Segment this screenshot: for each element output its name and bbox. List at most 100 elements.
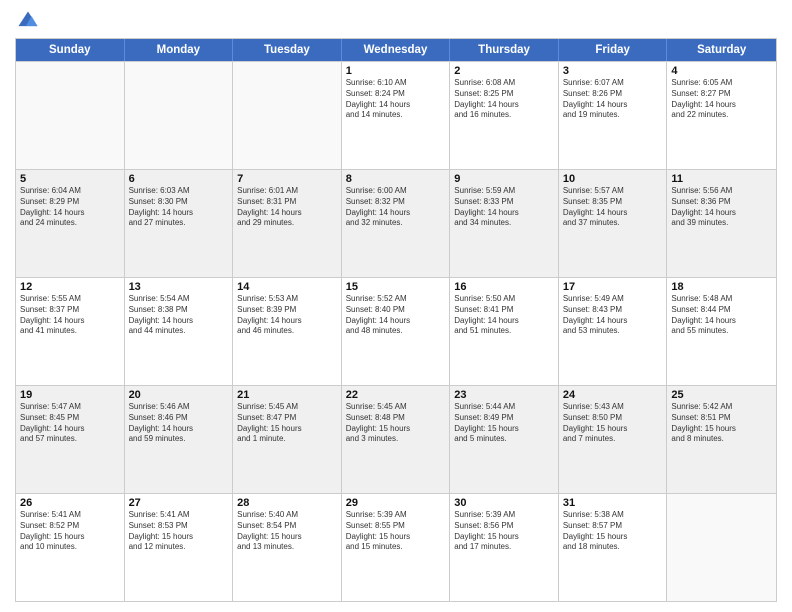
calendar-cell: 22Sunrise: 5:45 AM Sunset: 8:48 PM Dayli… bbox=[342, 386, 451, 493]
day-number: 25 bbox=[671, 389, 772, 401]
day-number: 16 bbox=[454, 281, 554, 293]
day-info: Sunrise: 5:57 AM Sunset: 8:35 PM Dayligh… bbox=[563, 186, 663, 229]
day-number: 4 bbox=[671, 65, 772, 77]
calendar-cell: 12Sunrise: 5:55 AM Sunset: 8:37 PM Dayli… bbox=[16, 278, 125, 385]
day-number: 13 bbox=[129, 281, 229, 293]
day-number: 21 bbox=[237, 389, 337, 401]
calendar-cell: 11Sunrise: 5:56 AM Sunset: 8:36 PM Dayli… bbox=[667, 170, 776, 277]
calendar-cell: 25Sunrise: 5:42 AM Sunset: 8:51 PM Dayli… bbox=[667, 386, 776, 493]
day-number: 1 bbox=[346, 65, 446, 77]
calendar-cell: 21Sunrise: 5:45 AM Sunset: 8:47 PM Dayli… bbox=[233, 386, 342, 493]
day-number: 23 bbox=[454, 389, 554, 401]
day-number: 6 bbox=[129, 173, 229, 185]
day-number: 17 bbox=[563, 281, 663, 293]
calendar-cell bbox=[667, 494, 776, 601]
calendar-cell: 19Sunrise: 5:47 AM Sunset: 8:45 PM Dayli… bbox=[16, 386, 125, 493]
calendar-cell: 26Sunrise: 5:41 AM Sunset: 8:52 PM Dayli… bbox=[16, 494, 125, 601]
calendar-cell bbox=[16, 62, 125, 169]
day-number: 28 bbox=[237, 497, 337, 509]
day-number: 26 bbox=[20, 497, 120, 509]
day-info: Sunrise: 6:08 AM Sunset: 8:25 PM Dayligh… bbox=[454, 78, 554, 121]
header-day-friday: Friday bbox=[559, 39, 668, 61]
calendar-cell: 3Sunrise: 6:07 AM Sunset: 8:26 PM Daylig… bbox=[559, 62, 668, 169]
header-day-monday: Monday bbox=[125, 39, 234, 61]
logo-text bbox=[15, 10, 39, 32]
calendar-cell: 1Sunrise: 6:10 AM Sunset: 8:24 PM Daylig… bbox=[342, 62, 451, 169]
calendar-cell: 10Sunrise: 5:57 AM Sunset: 8:35 PM Dayli… bbox=[559, 170, 668, 277]
calendar-cell: 7Sunrise: 6:01 AM Sunset: 8:31 PM Daylig… bbox=[233, 170, 342, 277]
day-info: Sunrise: 5:43 AM Sunset: 8:50 PM Dayligh… bbox=[563, 402, 663, 445]
day-info: Sunrise: 5:42 AM Sunset: 8:51 PM Dayligh… bbox=[671, 402, 772, 445]
day-number: 27 bbox=[129, 497, 229, 509]
day-number: 30 bbox=[454, 497, 554, 509]
calendar-row-0: 1Sunrise: 6:10 AM Sunset: 8:24 PM Daylig… bbox=[16, 61, 776, 169]
day-number: 11 bbox=[671, 173, 772, 185]
calendar-cell: 18Sunrise: 5:48 AM Sunset: 8:44 PM Dayli… bbox=[667, 278, 776, 385]
calendar-cell: 30Sunrise: 5:39 AM Sunset: 8:56 PM Dayli… bbox=[450, 494, 559, 601]
day-info: Sunrise: 6:03 AM Sunset: 8:30 PM Dayligh… bbox=[129, 186, 229, 229]
header-day-tuesday: Tuesday bbox=[233, 39, 342, 61]
calendar-row-4: 26Sunrise: 5:41 AM Sunset: 8:52 PM Dayli… bbox=[16, 493, 776, 601]
day-info: Sunrise: 5:38 AM Sunset: 8:57 PM Dayligh… bbox=[563, 510, 663, 553]
day-info: Sunrise: 5:41 AM Sunset: 8:53 PM Dayligh… bbox=[129, 510, 229, 553]
day-info: Sunrise: 5:55 AM Sunset: 8:37 PM Dayligh… bbox=[20, 294, 120, 337]
calendar-cell: 15Sunrise: 5:52 AM Sunset: 8:40 PM Dayli… bbox=[342, 278, 451, 385]
calendar-cell: 27Sunrise: 5:41 AM Sunset: 8:53 PM Dayli… bbox=[125, 494, 234, 601]
day-number: 18 bbox=[671, 281, 772, 293]
calendar-cell bbox=[125, 62, 234, 169]
day-number: 2 bbox=[454, 65, 554, 77]
day-info: Sunrise: 5:44 AM Sunset: 8:49 PM Dayligh… bbox=[454, 402, 554, 445]
day-number: 14 bbox=[237, 281, 337, 293]
calendar-cell: 14Sunrise: 5:53 AM Sunset: 8:39 PM Dayli… bbox=[233, 278, 342, 385]
calendar-cell: 28Sunrise: 5:40 AM Sunset: 8:54 PM Dayli… bbox=[233, 494, 342, 601]
calendar-row-2: 12Sunrise: 5:55 AM Sunset: 8:37 PM Dayli… bbox=[16, 277, 776, 385]
day-info: Sunrise: 5:45 AM Sunset: 8:47 PM Dayligh… bbox=[237, 402, 337, 445]
day-info: Sunrise: 5:52 AM Sunset: 8:40 PM Dayligh… bbox=[346, 294, 446, 337]
day-info: Sunrise: 5:46 AM Sunset: 8:46 PM Dayligh… bbox=[129, 402, 229, 445]
calendar-cell: 8Sunrise: 6:00 AM Sunset: 8:32 PM Daylig… bbox=[342, 170, 451, 277]
day-number: 19 bbox=[20, 389, 120, 401]
day-number: 15 bbox=[346, 281, 446, 293]
calendar-cell: 5Sunrise: 6:04 AM Sunset: 8:29 PM Daylig… bbox=[16, 170, 125, 277]
day-number: 10 bbox=[563, 173, 663, 185]
calendar-cell: 29Sunrise: 5:39 AM Sunset: 8:55 PM Dayli… bbox=[342, 494, 451, 601]
day-info: Sunrise: 5:54 AM Sunset: 8:38 PM Dayligh… bbox=[129, 294, 229, 337]
day-info: Sunrise: 5:49 AM Sunset: 8:43 PM Dayligh… bbox=[563, 294, 663, 337]
day-info: Sunrise: 5:53 AM Sunset: 8:39 PM Dayligh… bbox=[237, 294, 337, 337]
day-number: 20 bbox=[129, 389, 229, 401]
calendar-cell: 6Sunrise: 6:03 AM Sunset: 8:30 PM Daylig… bbox=[125, 170, 234, 277]
logo bbox=[15, 10, 39, 32]
calendar-body: 1Sunrise: 6:10 AM Sunset: 8:24 PM Daylig… bbox=[16, 61, 776, 601]
calendar: SundayMondayTuesdayWednesdayThursdayFrid… bbox=[15, 38, 777, 602]
day-number: 5 bbox=[20, 173, 120, 185]
day-number: 24 bbox=[563, 389, 663, 401]
header-day-sunday: Sunday bbox=[16, 39, 125, 61]
day-number: 29 bbox=[346, 497, 446, 509]
day-info: Sunrise: 6:10 AM Sunset: 8:24 PM Dayligh… bbox=[346, 78, 446, 121]
calendar-cell: 17Sunrise: 5:49 AM Sunset: 8:43 PM Dayli… bbox=[559, 278, 668, 385]
day-info: Sunrise: 6:00 AM Sunset: 8:32 PM Dayligh… bbox=[346, 186, 446, 229]
header-day-wednesday: Wednesday bbox=[342, 39, 451, 61]
day-info: Sunrise: 6:07 AM Sunset: 8:26 PM Dayligh… bbox=[563, 78, 663, 121]
calendar-row-1: 5Sunrise: 6:04 AM Sunset: 8:29 PM Daylig… bbox=[16, 169, 776, 277]
day-number: 31 bbox=[563, 497, 663, 509]
page: SundayMondayTuesdayWednesdayThursdayFrid… bbox=[0, 0, 792, 612]
calendar-cell: 16Sunrise: 5:50 AM Sunset: 8:41 PM Dayli… bbox=[450, 278, 559, 385]
calendar-cell: 4Sunrise: 6:05 AM Sunset: 8:27 PM Daylig… bbox=[667, 62, 776, 169]
day-info: Sunrise: 5:41 AM Sunset: 8:52 PM Dayligh… bbox=[20, 510, 120, 553]
day-info: Sunrise: 5:47 AM Sunset: 8:45 PM Dayligh… bbox=[20, 402, 120, 445]
calendar-header: SundayMondayTuesdayWednesdayThursdayFrid… bbox=[16, 39, 776, 61]
calendar-cell: 2Sunrise: 6:08 AM Sunset: 8:25 PM Daylig… bbox=[450, 62, 559, 169]
day-info: Sunrise: 5:39 AM Sunset: 8:56 PM Dayligh… bbox=[454, 510, 554, 553]
day-info: Sunrise: 5:39 AM Sunset: 8:55 PM Dayligh… bbox=[346, 510, 446, 553]
day-number: 8 bbox=[346, 173, 446, 185]
calendar-cell: 31Sunrise: 5:38 AM Sunset: 8:57 PM Dayli… bbox=[559, 494, 668, 601]
day-number: 7 bbox=[237, 173, 337, 185]
day-info: Sunrise: 5:40 AM Sunset: 8:54 PM Dayligh… bbox=[237, 510, 337, 553]
calendar-cell: 24Sunrise: 5:43 AM Sunset: 8:50 PM Dayli… bbox=[559, 386, 668, 493]
header-day-saturday: Saturday bbox=[667, 39, 776, 61]
header-day-thursday: Thursday bbox=[450, 39, 559, 61]
header bbox=[15, 10, 777, 32]
day-number: 22 bbox=[346, 389, 446, 401]
day-info: Sunrise: 6:04 AM Sunset: 8:29 PM Dayligh… bbox=[20, 186, 120, 229]
